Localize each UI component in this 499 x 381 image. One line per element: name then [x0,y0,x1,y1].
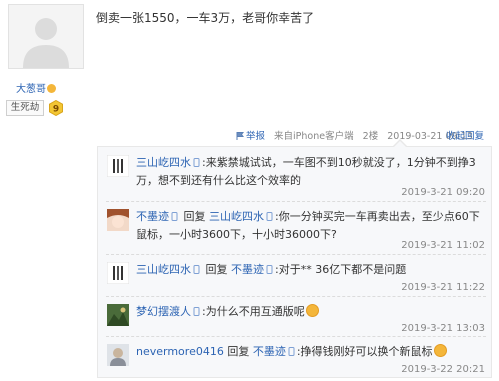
anime-avatar-icon [107,209,129,231]
post-content: 倒卖一张1550，一车3万，老哥你幸苦了 [96,11,315,25]
reply-time: 2019-3-21 09:20 [401,187,485,198]
phone-badge-icon [193,307,200,316]
reply-time: 2019-3-21 11:02 [401,240,485,251]
smile-emoji-icon [305,304,319,317]
reply-avatar[interactable] [107,344,129,366]
phone-badge-icon [193,265,200,274]
reply-panel: 三山屹四水:来紫禁城试试，一车图不到10秒就没了，1分钟不到挣3万，想不到还有什… [97,141,493,378]
reply-body: 三山屹四水 回复 不墨迹 :对于** 36亿下都不是问题 [136,261,484,279]
reply-text: :挣得钱刚好可以换个新鼠标 [296,345,433,358]
reply-username[interactable]: 梦幻摆渡人 [136,305,191,318]
reply-word: 回复 [183,210,206,223]
reply-item: 三山屹四水:来紫禁城试试，一车图不到10秒就没了，1分钟不到挣3万，想不到还有什… [98,147,493,201]
client-source: 来自iPhone客户端 [274,131,354,142]
reply-target-user[interactable]: 不墨迹 [231,263,264,276]
reply-item: 三山屹四水 回复 不墨迹 :对于** 36亿下都不是问题 2019-3-21 11… [98,254,493,296]
portrait-avatar-icon [107,344,129,366]
collapse-replies-link[interactable]: 收起回复 [446,128,484,142]
level-badge-icon[interactable]: 9 [48,100,64,116]
reply-time: 2019-3-21 11:22 [401,282,485,293]
reply-body: nevermore0416 回复 不墨迹 :挣得钱刚好可以换个新鼠标 [136,343,484,361]
reply-username[interactable]: 不墨迹 [136,210,169,223]
reply-username[interactable]: 三山屹四水 [136,156,191,169]
phone-badge-icon [266,212,273,221]
default-avatar-icon [9,5,83,68]
phone-badge-icon [193,158,200,167]
reply-item: 梦幻摆渡人 :为什么不用互通版呢 2019-3-21 13:03 [98,296,493,336]
author-avatar[interactable] [8,4,84,69]
calligraphy-avatar-icon [107,155,129,177]
reply-body: 三山屹四水:来紫禁城试试，一车图不到10秒就没了，1分钟不到挣3万，想不到还有什… [136,154,484,190]
smile-emoji-icon [433,344,447,357]
reply-target-user[interactable]: 不墨迹 [253,345,286,358]
calligraphy-avatar-icon [107,262,129,284]
reply-avatar[interactable] [107,304,129,326]
reply-word: 回复 [227,345,250,358]
reply-username[interactable]: 三山屹四水 [136,263,191,276]
reply-word: 回复 [205,263,228,276]
author-name-text[interactable]: 大葱哥 [16,84,46,95]
level-number: 9 [53,105,59,115]
phone-badge-icon [266,265,273,274]
scenery-avatar-icon [107,304,129,326]
reply-time: 2019-3-21 13:03 [401,323,485,334]
reply-text: :为什么不用互通版呢 [202,305,305,318]
reply-text: :对于** 36亿下都不是问题 [275,263,407,276]
reply-body: 不墨迹 回复 三山屹四水:你一分钟买完一车再卖出去，至少点60下鼠标，一小时36… [136,208,484,244]
reply-item: nevermore0416 回复 不墨迹 :挣得钱刚好可以换个新鼠标 2019-3… [98,336,493,378]
post-tools: 举报 来自iPhone客户端 2楼 2019-03-21 09:13 [236,128,473,142]
reply-item: 不墨迹 回复 三山屹四水:你一分钟买完一车再卖出去，至少点60下鼠标，一小时36… [98,201,493,254]
author-column: 大葱哥 生死劫 9 [0,0,92,381]
reply-avatar[interactable] [107,155,129,177]
rank-badge[interactable]: 生死劫 [6,100,44,116]
smile-emoji-icon [47,84,56,93]
report-flag-icon[interactable] [236,132,244,140]
phone-badge-icon [288,347,295,356]
reply-avatar[interactable] [107,262,129,284]
reply-time: 2019-3-22 20:21 [401,364,485,375]
reply-target-user[interactable]: 三山屹四水 [209,210,264,223]
reply-body: 梦幻摆渡人 :为什么不用互通版呢 [136,303,484,321]
phone-badge-icon [171,212,178,221]
reply-username[interactable]: nevermore0416 [136,345,224,358]
report-link[interactable]: 举报 [246,131,265,142]
reply-avatar[interactable] [107,209,129,231]
floor-number: 2楼 [362,131,379,142]
author-name[interactable]: 大葱哥 [16,80,56,95]
